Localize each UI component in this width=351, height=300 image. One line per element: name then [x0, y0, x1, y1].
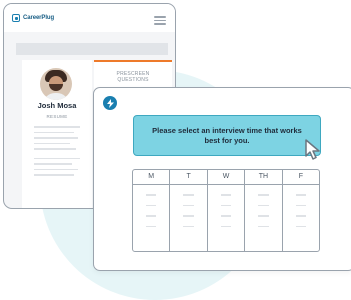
profile-card: Josh Mosa RESUME — [22, 60, 92, 208]
resume-label[interactable]: RESUME — [22, 114, 92, 119]
day-header: T — [170, 170, 207, 185]
interview-time-prompt: Please select an interview time that wor… — [133, 115, 321, 156]
day-column-wednesday[interactable]: W — [207, 170, 246, 251]
calendar-grid: M T W TH F — [132, 169, 320, 252]
day-column-thursday[interactable]: TH — [245, 170, 283, 251]
profile-name: Josh Mosa — [37, 101, 77, 110]
lightning-bolt-icon — [103, 96, 117, 110]
day-header: TH — [245, 170, 282, 185]
day-header: W — [207, 170, 245, 185]
day-column-friday[interactable]: F — [282, 170, 320, 251]
avatar — [40, 68, 72, 100]
day-header: M — [133, 170, 170, 185]
hamburger-menu-icon[interactable] — [154, 16, 166, 27]
day-column-monday[interactable]: M — [133, 170, 171, 251]
interview-scheduler-window: Please select an interview time that wor… — [93, 87, 351, 271]
careerplug-logo-icon — [12, 14, 20, 22]
careerplug-logo[interactable]: CareerPlug — [12, 14, 54, 22]
tablet-search-bar — [16, 43, 168, 55]
prescreen-title: PRESCREEN QUESTIONS — [116, 71, 150, 83]
logo-text: CareerPlug — [23, 15, 55, 21]
tablet-header: CareerPlug — [4, 4, 175, 32]
resume-placeholder-lines — [34, 126, 80, 180]
mouse-pointer-icon — [304, 139, 322, 166]
day-column-tuesday[interactable]: T — [170, 170, 208, 251]
day-header: F — [282, 170, 320, 185]
